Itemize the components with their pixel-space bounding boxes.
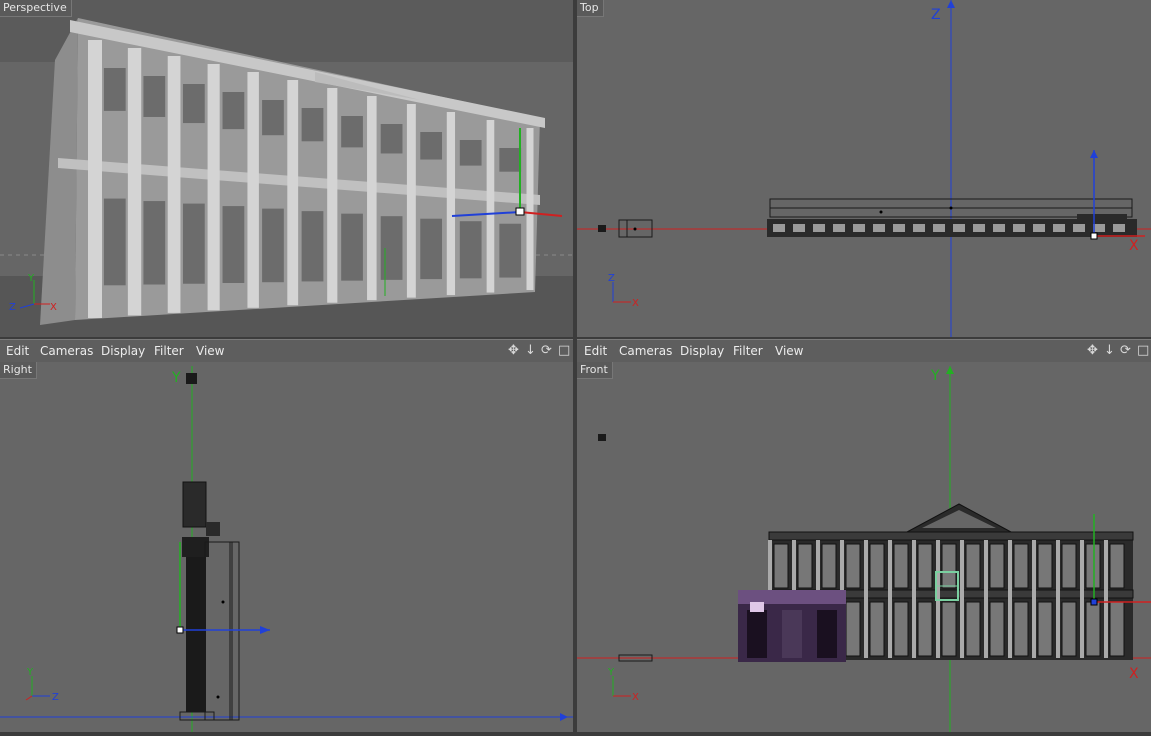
viewport-label-right: Right (0, 362, 37, 379)
svg-text:Y: Y (27, 273, 35, 284)
front-scene: Y X (577, 366, 1151, 732)
top-axis-v-label: Z (931, 7, 941, 23)
svg-text:X: X (632, 298, 639, 309)
menu-bar-right-viewport: Edit Cameras Display Filter View ✥ ↓ ⟳ □ (0, 339, 573, 363)
svg-text:X: X (632, 692, 639, 703)
menu-filter[interactable]: Filter (733, 344, 763, 358)
viewport-label-perspective: Perspective (0, 0, 72, 17)
zoom-icon[interactable]: ↓ (1104, 343, 1115, 358)
right-viewport[interactable]: Y Right Y Z (0, 362, 573, 732)
axis-gizmo-right: Y Z (25, 667, 59, 703)
menu-edit[interactable]: Edit (584, 344, 607, 358)
menu-view[interactable]: View (196, 344, 224, 358)
svg-text:Z: Z (9, 302, 16, 313)
svg-text:Z: Z (52, 692, 59, 703)
viewport-label-top: Top (577, 0, 604, 17)
axis-gizmo-front: Y X (607, 667, 639, 703)
front-axis-v-label: Y (930, 368, 940, 384)
menu-display[interactable]: Display (101, 344, 145, 358)
rotate-icon[interactable]: ⟳ (541, 343, 552, 358)
menu-edit[interactable]: Edit (6, 344, 29, 358)
menu-cameras[interactable]: Cameras (40, 344, 93, 358)
front-axis-h-label: X (1129, 666, 1139, 682)
top-scene: Z X (577, 0, 1151, 337)
move-icon[interactable]: ✥ (1087, 343, 1098, 358)
axis-gizmo-top: Z X (608, 273, 639, 309)
rotate-icon[interactable]: ⟳ (1120, 343, 1131, 358)
svg-text:Y: Y (607, 667, 615, 678)
menu-bar-front-viewport: Edit Cameras Display Filter View ✥ ↓ ⟳ □ (577, 339, 1151, 363)
svg-text:Z: Z (608, 273, 615, 284)
svg-text:X: X (50, 302, 57, 313)
perspective-scene (0, 0, 573, 337)
svg-text:Y: Y (26, 667, 34, 678)
menu-view[interactable]: View (775, 344, 803, 358)
menu-cameras[interactable]: Cameras (619, 344, 672, 358)
top-axis-h-label: X (1129, 238, 1139, 254)
viewport-label-front: Front (577, 362, 613, 379)
top-viewport[interactable]: Z X Top Z X (577, 0, 1151, 337)
menu-filter[interactable]: Filter (154, 344, 184, 358)
front-viewport[interactable]: Y X Front Y X (577, 362, 1151, 732)
perspective-viewport[interactable]: Perspective Y Z X (0, 0, 573, 337)
axis-gizmo-perspective: Y Z X (9, 273, 57, 313)
maximize-icon[interactable]: □ (1137, 343, 1149, 358)
zoom-icon[interactable]: ↓ (525, 343, 536, 358)
move-icon[interactable]: ✥ (508, 343, 519, 358)
menu-display[interactable]: Display (680, 344, 724, 358)
right-scene: Y (0, 366, 573, 732)
maximize-icon[interactable]: □ (558, 343, 570, 358)
right-axis-v-label: Y (171, 370, 181, 386)
